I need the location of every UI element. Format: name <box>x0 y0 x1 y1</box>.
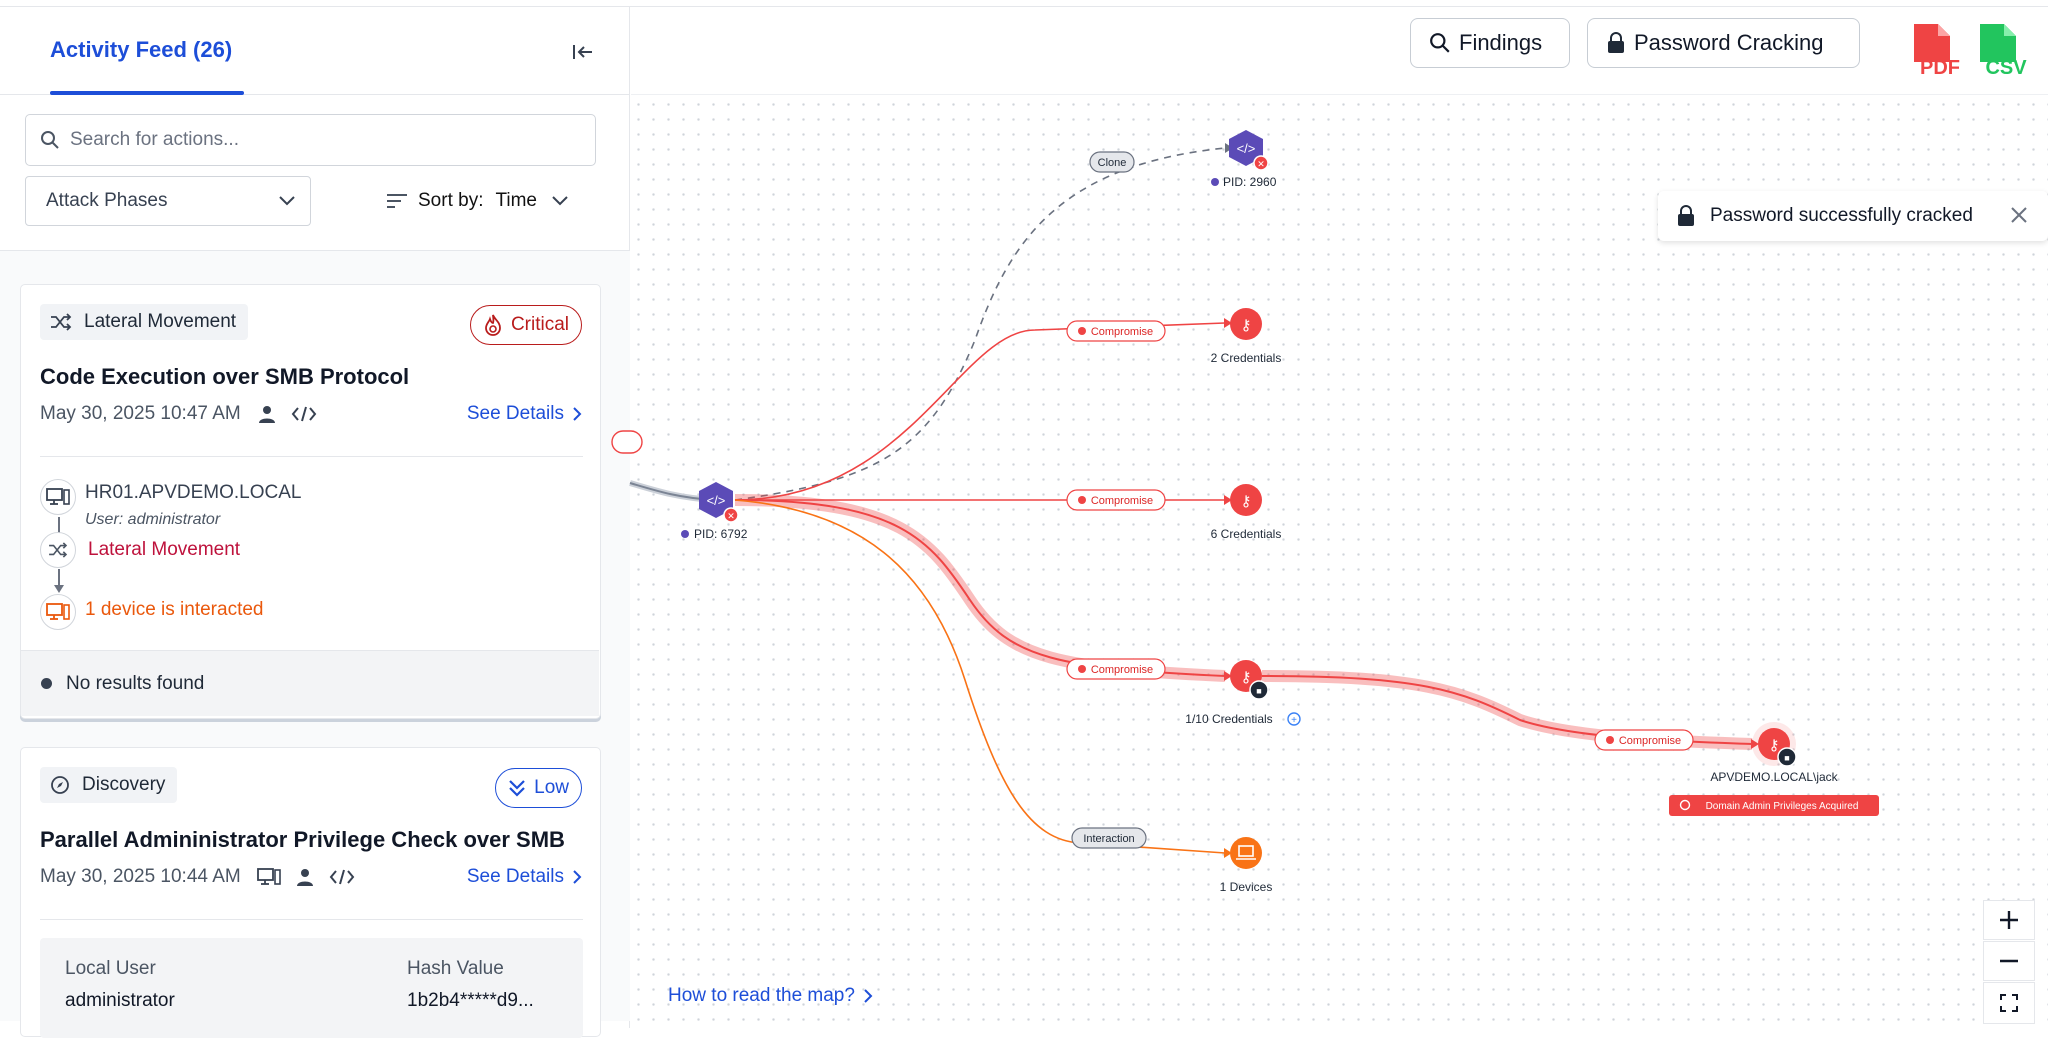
svg-text:PDF: PDF <box>1920 57 1960 78</box>
process-node-child[interactable]: </> ✕ PID: 2960 <box>1211 130 1277 189</box>
minus-icon <box>2000 959 2018 963</box>
plus-icon <box>2000 911 2018 929</box>
key-icon: ⚷ <box>1241 669 1252 686</box>
compromise-label-text: Compromise <box>1619 735 1681 747</box>
key-icon: ⚷ <box>1241 493 1252 510</box>
findings-label: Findings <box>1459 30 1543 55</box>
compromise-label-text: Compromise <box>1091 495 1153 507</box>
search-icon <box>1430 33 1450 53</box>
fit-view-button[interactable] <box>1983 982 2035 1024</box>
notification-toast: Password successfully cracked <box>1658 191 2048 241</box>
svg-text:+: + <box>1291 715 1297 726</box>
compromise-edge-label: Compromise <box>1066 658 1166 680</box>
offscreen-edge-label <box>611 430 643 454</box>
close-icon[interactable] <box>2008 204 2030 226</box>
clone-edge-label: Clone <box>1089 151 1135 173</box>
zoom-in-button[interactable] <box>1983 900 2035 940</box>
node-label: 1 Devices <box>1220 880 1273 894</box>
process-node-main[interactable]: </> ✕ PID: 6792 <box>681 482 748 541</box>
interaction-label-text: Interaction <box>1083 833 1134 845</box>
key-icon: ⚷ <box>1769 737 1780 754</box>
compromise-label-text: Compromise <box>1091 326 1153 338</box>
zoom-out-button[interactable] <box>1983 941 2035 981</box>
how-to-read-map-label: How to read the map? <box>668 985 855 1006</box>
compromise-edge-highlighted <box>734 494 1226 682</box>
lock-icon <box>1678 205 1694 226</box>
password-cracking-label: Password Cracking <box>1634 30 1824 55</box>
fullscreen-icon <box>2000 994 2018 1012</box>
lock-icon <box>1608 32 1624 53</box>
csv-file-icon: CSV <box>1980 24 2027 79</box>
node-label: 2 Credentials <box>1211 351 1282 365</box>
svg-text:■: ■ <box>1256 686 1261 696</box>
export-pdf-button[interactable]: PDF <box>1910 22 1962 79</box>
compromise-edge-label: Compromise <box>1066 320 1166 342</box>
compromise-label-text: Compromise <box>1091 664 1153 676</box>
badge-label: Domain Admin Privileges Acquired <box>1706 801 1859 812</box>
svg-text:■: ■ <box>1784 753 1789 763</box>
how-to-read-map-link[interactable]: How to read the map? <box>668 985 873 1007</box>
status-dot-icon <box>1211 178 1219 186</box>
compromise-edge-highlighted <box>734 499 1226 677</box>
clone-label-text: Clone <box>1098 157 1127 169</box>
status-dot-icon <box>681 530 689 538</box>
svg-text:✕: ✕ <box>1257 159 1265 169</box>
compromise-edge-label: Compromise <box>1594 729 1694 751</box>
toast-message: Password successfully cracked <box>1710 205 1973 226</box>
key-icon: ⚷ <box>1241 317 1252 334</box>
credential-node[interactable]: ⚷ 6 Credentials <box>1211 484 1282 541</box>
credential-node[interactable]: ⚷ 2 Credentials <box>1211 308 1282 365</box>
code-icon: </> <box>1237 141 1256 156</box>
password-cracking-button[interactable]: Password Cracking <box>1587 18 1860 68</box>
node-label: PID: 2960 <box>1223 175 1277 189</box>
code-icon: </> <box>707 493 726 508</box>
attack-graph: Clone Compromise Compromise Compromise C… <box>611 130 1879 894</box>
node-label: APVDEMO.LOCAL\jack <box>1710 770 1838 784</box>
compromise-edge-label: Compromise <box>1066 489 1166 511</box>
interaction-edge-label: Interaction <box>1071 827 1147 849</box>
compromise-edge <box>734 322 1226 501</box>
pdf-file-icon: PDF <box>1914 24 1960 79</box>
svg-text:CSV: CSV <box>1985 57 2027 78</box>
svg-text:✕: ✕ <box>727 511 735 521</box>
node-label: 6 Credentials <box>1211 527 1282 541</box>
findings-button[interactable]: Findings <box>1410 18 1570 68</box>
export-csv-button[interactable]: CSV <box>1976 22 2028 79</box>
chevron-right-icon <box>864 989 873 1003</box>
device-node[interactable]: 1 Devices <box>1220 837 1273 894</box>
node-label: PID: 6792 <box>694 527 748 541</box>
node-label: 1/10 Credentials <box>1185 712 1272 726</box>
